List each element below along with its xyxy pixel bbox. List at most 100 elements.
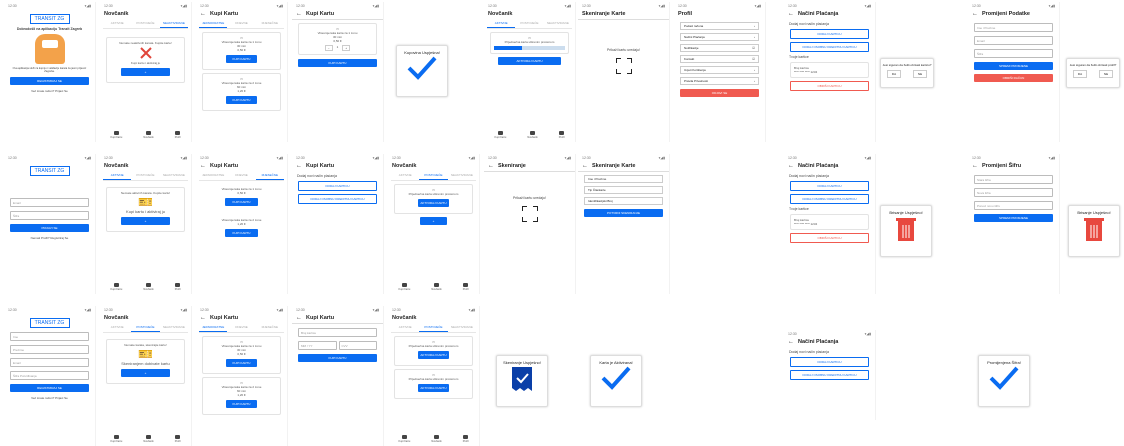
profile-item[interactable]: Pravila Privatnosti › [680, 77, 759, 85]
nav-buy[interactable]: Kupi Kartu [111, 131, 122, 139]
payment2-screen: 12:30 ▾◢▮ ← Načini Plaćanja Dodaj novi nač… [784, 154, 876, 294]
buy-label: Kupi kartu i aktiviraj ju [130, 61, 161, 65]
receipt-icon [497, 365, 547, 394]
nav-buy[interactable]: Kupi Kartu [111, 283, 122, 291]
register-link[interactable]: Nemaš Profil? Registriraj Se [4, 236, 95, 240]
register-screen: 12:30 ▾◢▮ TRANSIT ZG Ime Prezime Email Ši… [4, 306, 96, 446]
yes-button[interactable]: DA [1072, 70, 1088, 78]
password-changed-popup: Promijenjena Šifra! [978, 355, 1030, 407]
tab-inactive[interactable]: NEAKTIVIRANE [544, 19, 572, 28]
ticket-detail: ▭ Višesmjenska karta za 1 zonu 30 min 0,… [298, 23, 377, 55]
scan-frame-icon [615, 58, 632, 74]
profile-item[interactable]: Uvjeti Korištenja › [680, 66, 759, 74]
nav-wallet[interactable]: Novčanik [143, 131, 154, 139]
profile-item[interactable]: Podaci računa › [680, 22, 759, 30]
app-logo: TRANSIT ZG [29, 166, 70, 176]
login-button[interactable]: PRIJAVI SE [10, 224, 89, 232]
nav-profile[interactable]: Profil [559, 131, 564, 139]
login-link[interactable]: Već imate račun? Prijavi Se [4, 89, 95, 93]
saved-title: Tvoje kartice [789, 55, 809, 59]
yes-button[interactable]: DA [886, 70, 902, 78]
page-title: Skeniranje Karte [582, 11, 626, 17]
no-button[interactable]: NE [1098, 70, 1114, 78]
no-button[interactable]: NE [912, 70, 928, 78]
email-field[interactable]: Email [10, 198, 89, 207]
payment3-screen: 12:30 ▾◢▮ ← Načini Plaćanja Dodaj novi nač… [784, 330, 876, 420]
nav-buy[interactable]: Kupi Kartu [495, 131, 506, 139]
delete-card-button[interactable]: OBRIŠI KARTICU [790, 81, 869, 91]
password-field[interactable]: Šifra [10, 211, 89, 220]
save-button[interactable]: SPREMI PROMJENE [974, 62, 1053, 70]
change-password-screen: 12:30 ▾◢▮ ← Promijeni Šifru Stara šifra No… [968, 154, 1060, 294]
add-card-button[interactable]: DODAJ KARTICU [790, 29, 869, 39]
success-popup: Kupovina Uspješna! [396, 45, 448, 97]
tab-existing[interactable]: POSTOJEĆE [131, 19, 159, 28]
profile-item[interactable]: Kontakt ☑ [680, 55, 759, 63]
buy-button[interactable]: KUPI KARTU [225, 96, 258, 104]
minus-button[interactable]: − [324, 45, 333, 51]
scan-result-screen: 12:30 ▾◢▮ ← Skeniranje Karte Ime i Prezime… [578, 154, 670, 294]
page-title: Novčanik [104, 163, 129, 169]
add-ticket-button[interactable]: + [120, 68, 171, 76]
profile-item[interactable]: Notifikacije ☑ [680, 44, 759, 52]
back-icon[interactable]: ← [200, 11, 206, 17]
scan-screen: 12:30 ▾◢▮ Skeniranje Karte Prikaži kartu … [578, 2, 670, 142]
wallet-buy-screen: 12:30 ▾◢▮ Novčanik AKTIVNE POSTOJEĆE NEAKTI… [100, 154, 192, 294]
add-credit-card-button[interactable]: DODAJ OSOBNU KREDITNU KARTICU [790, 42, 869, 52]
empty-message: Nemate neaktivnih karata. Kupite karte! [119, 41, 172, 45]
personal-data-screen: 12:30 ▾◢▮ ← Promijeni Podatke Ime i Prezim… [968, 2, 1060, 142]
name-field[interactable]: Ime i Prezime [974, 23, 1053, 32]
buy-detail-screen: 12:30 ▾◢▮ ← Kupi Kartu ▭ Višesmjenska kart… [292, 2, 384, 142]
ticket-card: ▭ Višesmjenska karta za 2 zone 60 min 1,… [202, 73, 281, 111]
tab-active[interactable]: AKTIVNE [487, 19, 516, 28]
back-icon[interactable]: ← [972, 11, 978, 17]
cross-icon [110, 45, 181, 61]
back-icon[interactable]: ← [296, 11, 302, 17]
add-ticket-button[interactable]: + [120, 217, 171, 225]
status-time: 12:30 [8, 4, 17, 8]
tab-single[interactable]: JEDNOKRATNE [199, 19, 228, 28]
nav-profile[interactable]: Profil [175, 131, 180, 139]
wallet-active-screen: 12:30 ▾◢▮ Novčanik AKTIVNE POSTOJEĆE NEAKTI… [388, 306, 480, 446]
welcome-screen: 12:30 ▾◢▮ TRANSIT ZG Dobrodošli na aplika… [4, 2, 96, 142]
tab-inactive[interactable]: NEAKTIVIRANE [159, 19, 188, 28]
scan-hint: Prikaži kartu uredaju! [607, 48, 640, 52]
progress-bar [494, 46, 565, 50]
deleted-popup: Brisanje Uspješno! [880, 205, 932, 257]
checkmark-icon [979, 365, 1029, 392]
password-field[interactable]: Šifra [974, 49, 1053, 58]
signal-icon: ▾◢▮ [180, 4, 187, 8]
checkmark-icon [591, 365, 641, 392]
delete-account-button[interactable]: OBRIŠI RAČUN [974, 74, 1053, 82]
wallet-existing-screen: 12:30 ▾◢▮ Novčanik AKTIVNE POSTOJEĆE NEAKTI… [388, 154, 480, 294]
register-button[interactable]: REGISTRIRAJ SE [10, 77, 89, 85]
tab-active[interactable]: AKTIVNE [103, 19, 131, 28]
confirm-buy-button[interactable]: KUPI KARTU [298, 59, 377, 67]
page-title: Novčanik [104, 11, 129, 17]
nav-wallet[interactable]: Novčanik [143, 283, 154, 291]
activate-button[interactable]: AKTIVIRAJ KARTU [497, 57, 562, 65]
back-icon[interactable]: ← [788, 11, 794, 17]
email-field[interactable]: Email [974, 36, 1053, 45]
ticket-price: 1,20 € [237, 89, 246, 93]
status-time: 12:30 [104, 4, 113, 8]
login-screen: 12:30 ▾◢▮ TRANSIT ZG Email Šifra PRIJAVI … [4, 154, 96, 294]
nav-wallet[interactable]: Novčanik [527, 131, 538, 139]
buy-button[interactable]: KUPI KARTU [225, 55, 258, 63]
nav-profile[interactable]: Profil [175, 283, 180, 291]
tab-daily[interactable]: DNEVNE [227, 19, 255, 28]
wallet-inactive-screen: 12:30 ▾◢▮ Novčanik AKTIVNE POSTOJEĆE NEAKTI… [484, 2, 576, 142]
page-title: Načini Plaćanja [798, 11, 839, 17]
tab-existing[interactable]: POSTOJEĆE [515, 19, 543, 28]
wallet-empty-screen: 12:30 ▾◢▮ Novčanik AKTIVNE POSTOJEĆE NEAKTI… [100, 306, 192, 446]
plus-button[interactable]: + [342, 45, 351, 51]
tram-illustration [34, 34, 65, 64]
profile-item[interactable]: Načini Plaćanja › [680, 33, 759, 41]
payment-screen: 12:30 ▾◢▮ ← Načini Plaćanja Dodaj novi nač… [784, 2, 876, 142]
logout-button[interactable]: ODJAVI SE [680, 89, 759, 97]
activated-popup: Karta je Aktivirana! [590, 355, 642, 407]
payment-select-screen: 12:30 ▾◢▮ ← Kupi Kartu Dodaj novi način pl… [292, 154, 384, 294]
app-logo: TRANSIT ZG [29, 14, 70, 24]
ticket-card: ▭ Višesmjenska karta za 1 zonu 30 min 0,… [202, 32, 281, 70]
tab-monthly[interactable]: MJESEČNE [256, 19, 284, 28]
